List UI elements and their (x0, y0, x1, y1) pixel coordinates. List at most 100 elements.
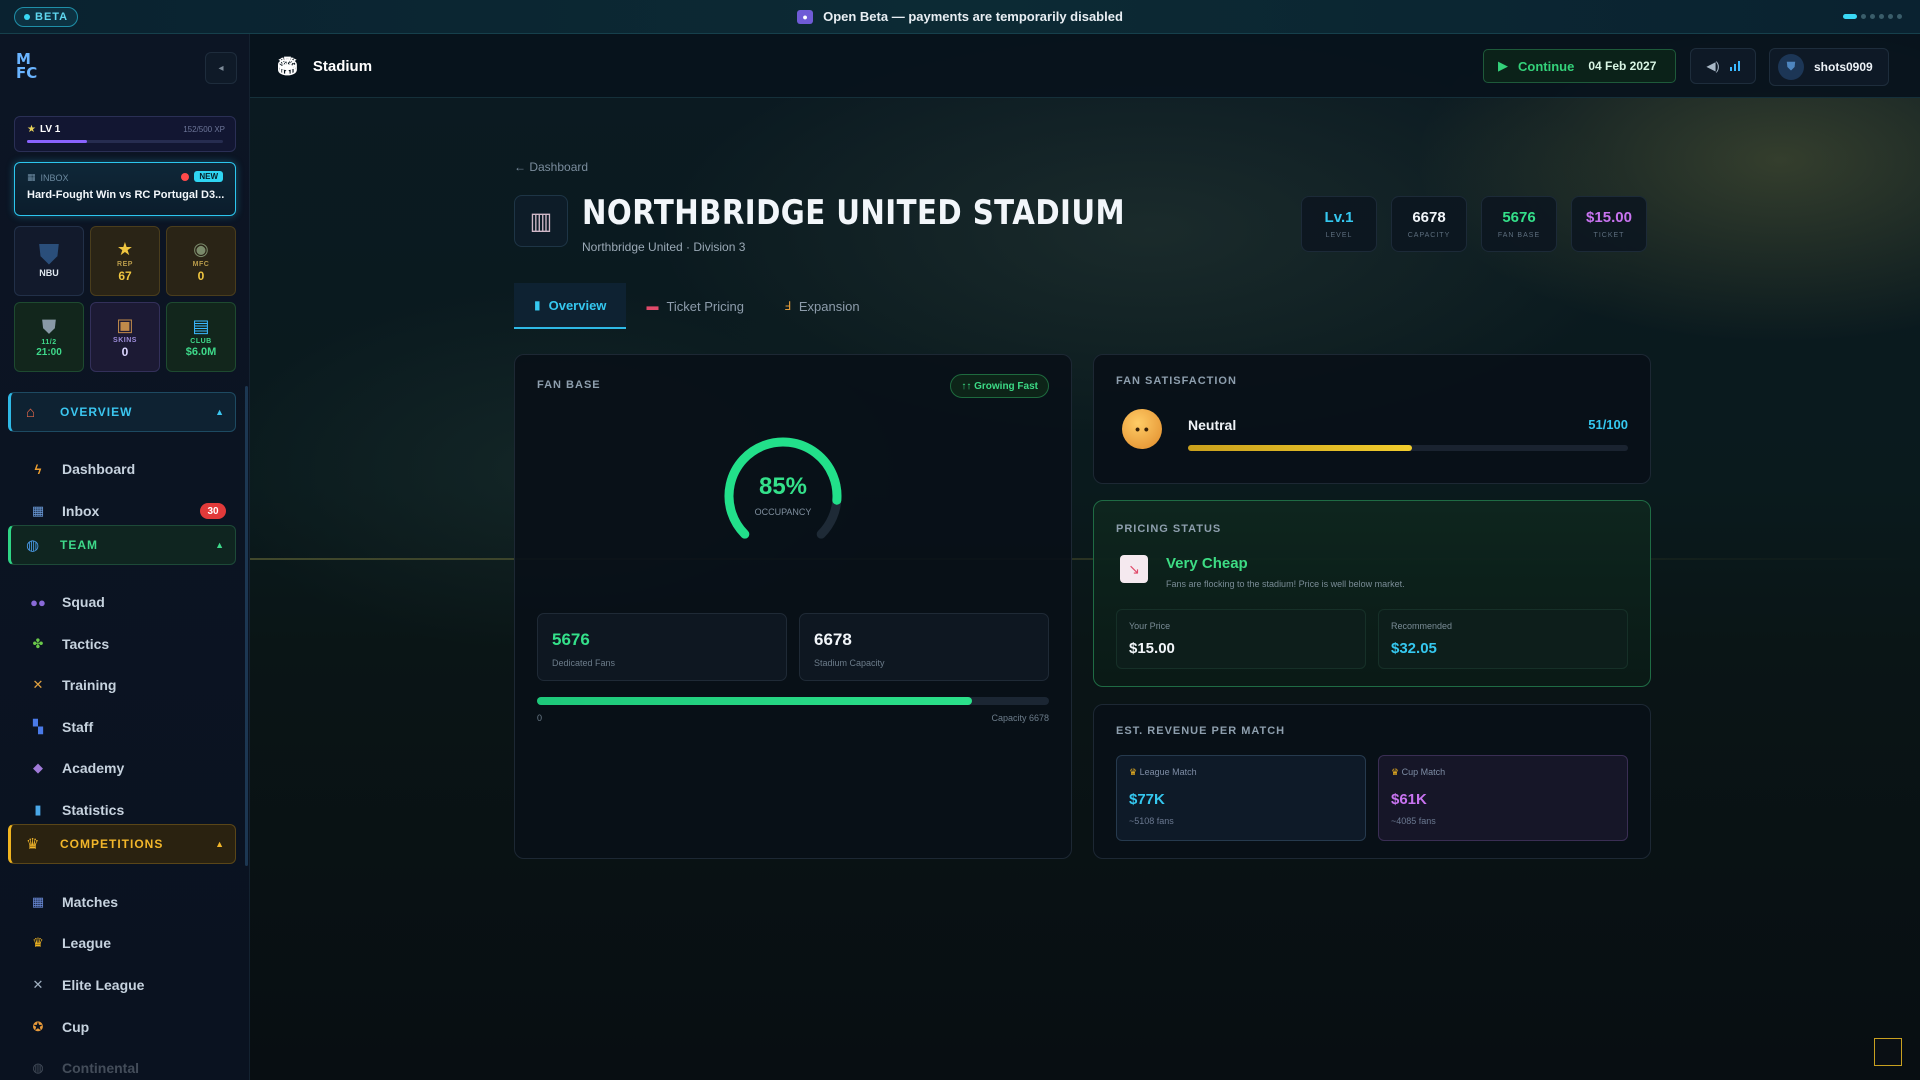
league-revenue-card: ♛ League Match $77K ~5108 fans (1116, 755, 1366, 841)
shield-icon: ⛊ (42, 316, 56, 337)
new-tag: NEW (194, 171, 223, 182)
club-balance-tile[interactable]: ▤ CLUB $6.0M (166, 302, 236, 372)
level-label: ★ LV 1 (27, 124, 61, 135)
background-line (250, 558, 1920, 560)
academy-icon: ◆ (33, 760, 43, 775)
sidebar-item-league[interactable]: ♛ League (30, 929, 236, 957)
neutral-face-icon: • • (1122, 409, 1162, 449)
sidebar-item-cup[interactable]: ✪ Cup (30, 1013, 236, 1041)
satisfaction-label: Neutral (1188, 417, 1237, 433)
inbox-notification-card[interactable]: ▦ INBOX NEW Hard-Fought Win vs RC Portug… (14, 162, 236, 216)
banner-dot[interactable] (1861, 14, 1866, 19)
globe-icon: ◍ (32, 1060, 44, 1075)
crane-icon: Ⅎ (783, 299, 791, 313)
beta-banner: BETA ● Open Beta — payments are temporar… (0, 0, 1920, 34)
puzzle-icon: ✤ (32, 636, 44, 651)
stadium-capacity-card: 6678 Stadium Capacity (799, 613, 1049, 681)
sidebar-item-tactics[interactable]: ✤ Tactics (30, 630, 236, 658)
people-icon: ●● (30, 594, 46, 610)
reputation-tile[interactable]: ★ REP 67 (90, 226, 160, 296)
stadium-icon: 🏟 (276, 56, 299, 76)
pricing-status-panel: PRICING STATUS ↘ Very Cheap Fans are flo… (1093, 500, 1651, 687)
calendar-icon: ▦ (31, 894, 45, 909)
fan-satisfaction-panel: FAN SATISFACTION • • Neutral 51/100 (1093, 354, 1651, 484)
recommended-price-card: Recommended $32.05 (1378, 609, 1628, 669)
tab-ticket-pricing[interactable]: ▬ Ticket Pricing (626, 283, 764, 329)
game-date: 04 Feb 2027 (1588, 59, 1657, 73)
alien-icon: ● (797, 9, 814, 24)
fan-base-title: FAN BASE (537, 379, 601, 391)
tab-expansion[interactable]: Ⅎ Expansion (764, 283, 880, 329)
cup-revenue-card: ♛ Cup Match $61K ~4085 fans (1378, 755, 1628, 841)
skins-tile[interactable]: ▣ SKINS 0 (90, 302, 160, 372)
occupancy-label: OCCUPANCY (754, 507, 812, 517)
stadium-icon: ▥ (514, 195, 568, 247)
level-card[interactable]: ★ LV 1 152/500 XP (14, 116, 236, 152)
pricing-status-label: Very Cheap (1166, 555, 1248, 572)
mfc-token-tile[interactable]: ◉ MFC 0 (166, 226, 236, 296)
beta-badge: BETA (14, 7, 79, 27)
star-icon: ★ (116, 239, 134, 259)
fan-base-panel: FAN BASE ↑↑ Growing Fast 85% OCCUPANCY 5… (514, 354, 1072, 859)
new-indicator: NEW (181, 171, 223, 182)
sidebar-item-elite-league[interactable]: ✕ Elite League (30, 971, 236, 999)
sidebar-scrollbar[interactable] (245, 386, 248, 866)
stat-ticket: $15.00 TICKET (1571, 196, 1647, 252)
avatar: ⛊ (1778, 54, 1804, 80)
crossed-swords-icon: ✕ (32, 977, 44, 992)
sidebar-item-dashboard[interactable]: ϟ Dashboard (30, 455, 236, 483)
home-icon: ⌂ (26, 403, 37, 421)
trophy-icon: ♛ (1129, 767, 1138, 777)
occupancy-percent: 85% (758, 473, 808, 500)
sidebar-item-matches[interactable]: ▦ Matches (30, 888, 236, 916)
sound-toggle-button[interactable]: ◀) (1690, 48, 1756, 84)
trophy-icon: ♛ (26, 836, 41, 853)
collapse-sidebar-button[interactable]: ◂ (205, 52, 237, 84)
banner-dot[interactable] (1897, 14, 1902, 19)
corner-widget[interactable] (1874, 1038, 1902, 1066)
banner-pagination[interactable] (1843, 14, 1902, 19)
sidebar-item-training[interactable]: ✕ Training (30, 671, 236, 699)
club-logo[interactable]: M FC (16, 52, 44, 86)
stat-fan-base: 5676 FAN BASE (1481, 196, 1557, 252)
jersey-icon: ▣ (116, 315, 134, 335)
trophy-icon: ♛ (1391, 767, 1400, 777)
bar-chart-icon: ▮ (34, 802, 42, 817)
inbox-icon: ▦ (27, 172, 36, 182)
next-match-tile[interactable]: ⛊ 11/2 21:00 (14, 302, 84, 372)
dedicated-fans-card: 5676 Dedicated Fans (537, 613, 787, 681)
nav-section-team[interactable]: ◍ TEAM ▲ (8, 525, 236, 565)
club-crest-tile[interactable]: ⛊ NBU (14, 226, 84, 296)
unread-dot-icon (181, 172, 190, 181)
growing-fast-badge: ↑↑ Growing Fast (950, 374, 1049, 398)
sidebar-item-inbox[interactable]: ▦ Inbox 30 (30, 497, 236, 525)
shield-icon: ⛊ (39, 239, 59, 269)
lightning-icon: ϟ (34, 461, 42, 477)
continue-button[interactable]: ▶ Continue 04 Feb 2027 (1483, 49, 1676, 83)
nav-section-overview[interactable]: ⌂ OVERVIEW ▲ (8, 392, 236, 432)
sidebar-item-statistics[interactable]: ▮ Statistics (30, 796, 236, 824)
banner-dot[interactable] (1888, 14, 1893, 19)
xp-bar (27, 140, 223, 143)
user-profile-button[interactable]: ⛊ shots0909 (1769, 48, 1889, 86)
sidebar-item-continental[interactable]: ◍ Continental (30, 1054, 236, 1080)
capacity-progress-bar (537, 697, 1049, 705)
satisfaction-bar (1188, 445, 1628, 451)
banner-dot[interactable] (1843, 14, 1857, 19)
back-to-dashboard-link[interactable]: ← Dashboard (514, 160, 588, 174)
satisfaction-score: 51/100 (1588, 417, 1628, 432)
inbox-card-label: ▦ INBOX (27, 172, 69, 183)
banner-text: Open Beta — payments are temporarily dis… (823, 9, 1123, 24)
xp-counter: 152/500 XP (183, 125, 225, 134)
sidebar-item-academy[interactable]: ◆ Academy (30, 754, 236, 782)
nav-section-competitions[interactable]: ♛ COMPETITIONS ▲ (8, 824, 236, 864)
tab-overview[interactable]: ▮ Overview (514, 283, 627, 329)
sidebar: M FC ◂ ★ LV 1 152/500 XP ▦ INBOX NEW Hard-… (0, 34, 250, 1080)
fan-satisfaction-title: FAN SATISFACTION (1116, 375, 1237, 387)
banner-dot[interactable] (1870, 14, 1875, 19)
banner-dot[interactable] (1879, 14, 1884, 19)
money-icon: ▤ (192, 316, 210, 336)
ball-icon: ◍ (26, 537, 41, 554)
sidebar-item-staff[interactable]: ▚ Staff (30, 713, 236, 741)
sidebar-item-squad[interactable]: ●● Squad (30, 588, 236, 616)
